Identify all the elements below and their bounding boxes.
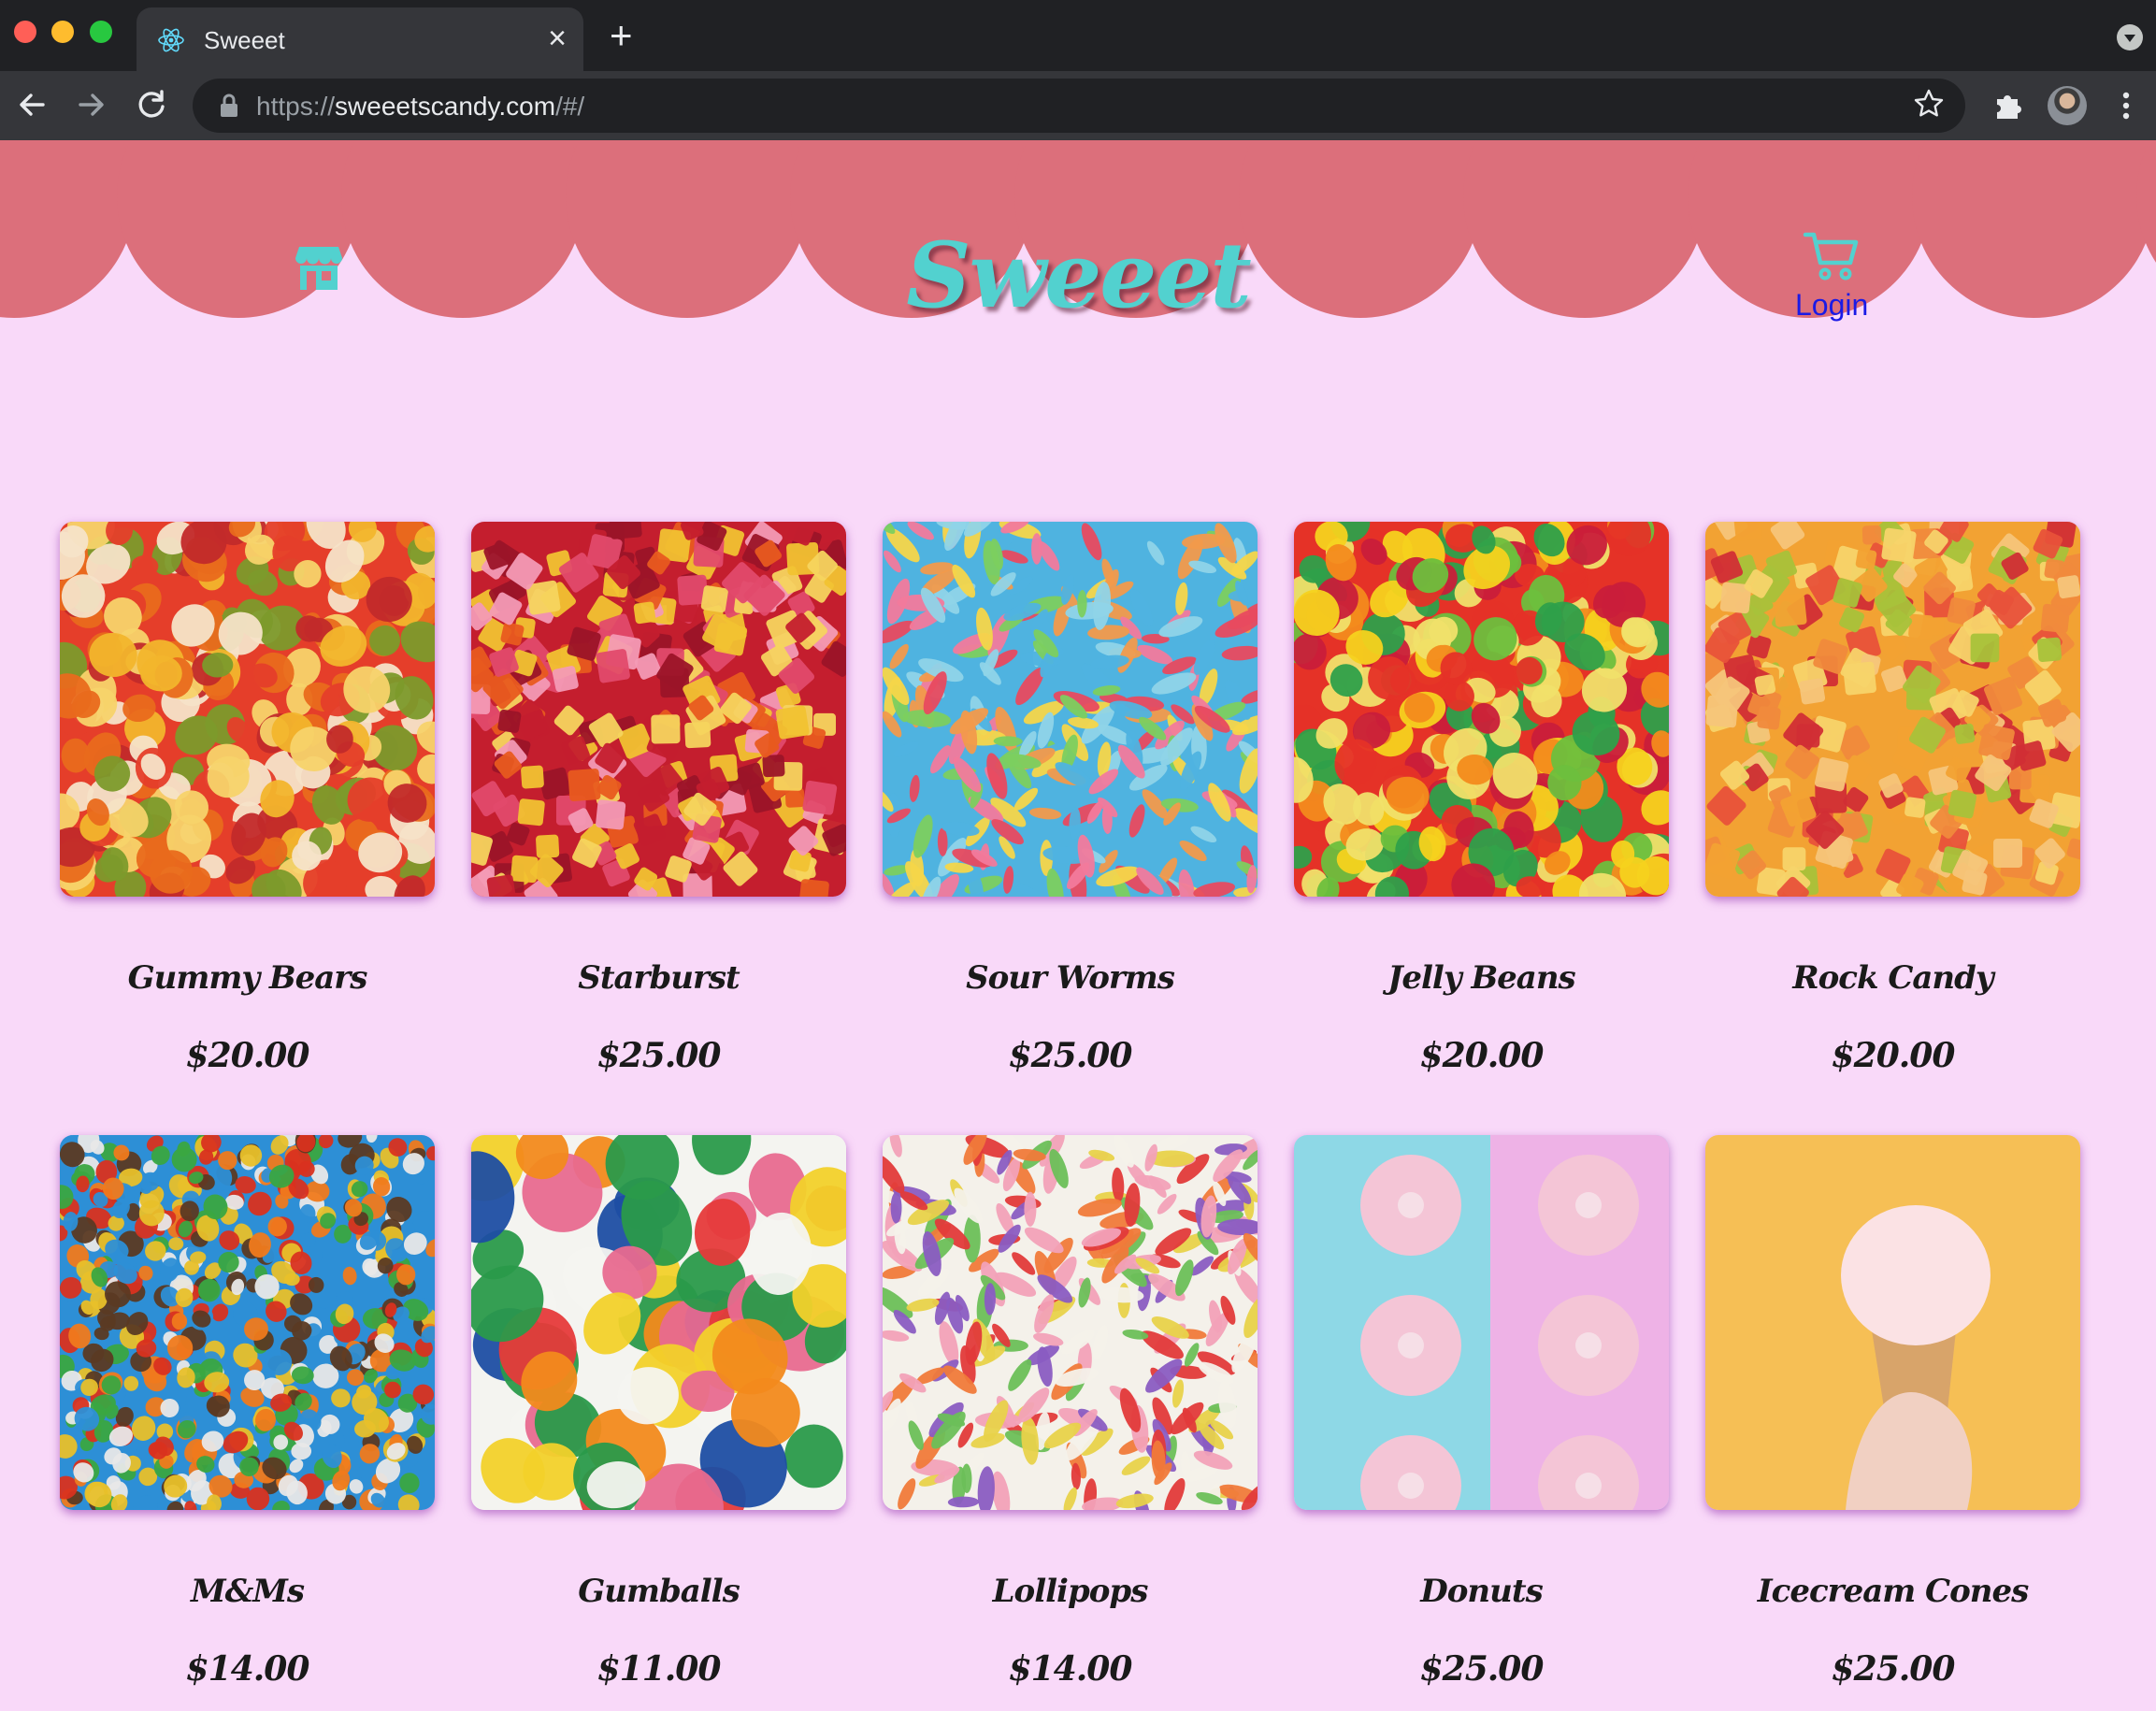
back-arrow-icon[interactable]	[11, 84, 52, 125]
product-price: $14.00	[1008, 1649, 1133, 1689]
cart-icon[interactable]	[1803, 230, 1861, 282]
product-image[interactable]	[60, 522, 435, 897]
url-host: sweeetscandy.com	[335, 92, 556, 121]
browser-toolbar: https://sweeetscandy.com/#/	[0, 71, 2156, 140]
browser-tab-strip: Sweeet × +	[0, 0, 2156, 71]
product-image[interactable]	[1294, 1135, 1669, 1510]
product-name[interactable]: Gummy Bears	[60, 959, 435, 997]
avatar[interactable]	[2048, 86, 2087, 125]
maximize-window-button[interactable]	[90, 21, 112, 43]
product-image[interactable]	[1705, 1135, 2080, 1510]
reload-icon[interactable]	[131, 84, 172, 125]
url-text[interactable]: https://sweeetscandy.com/#/	[256, 92, 584, 122]
tab-search-button[interactable]	[2117, 24, 2143, 50]
product-image[interactable]	[1294, 522, 1669, 897]
close-icon[interactable]: ×	[548, 22, 567, 54]
product-price: $25.00	[1008, 1036, 1133, 1075]
site-header: Sweeet Login	[0, 140, 2156, 467]
product-price: $20.00	[185, 1036, 310, 1075]
puzzle-icon[interactable]	[1991, 88, 2025, 122]
minimize-window-button[interactable]	[51, 21, 74, 43]
product-name[interactable]: Starburst	[471, 959, 846, 997]
product-price: $25.00	[1831, 1649, 1956, 1689]
tab-title: Sweeet	[204, 26, 285, 54]
product-name[interactable]: Lollipops	[883, 1573, 1258, 1610]
product-price: $14.00	[185, 1649, 310, 1689]
product-price: $25.00	[596, 1036, 722, 1075]
browser-tab[interactable]: Sweeet ×	[137, 7, 583, 71]
login-link[interactable]: Login	[1795, 288, 1868, 323]
product-name[interactable]: M&Ms	[60, 1573, 435, 1610]
product-name[interactable]: Sour Worms	[883, 959, 1258, 997]
product-price: $11.00	[596, 1649, 722, 1689]
product-name[interactable]: Donuts	[1294, 1573, 1669, 1610]
star-icon[interactable]	[1913, 88, 1945, 120]
product-image[interactable]	[883, 1135, 1258, 1510]
forward-arrow-icon[interactable]	[71, 84, 112, 125]
product-name[interactable]: Gumballs	[471, 1573, 846, 1610]
product-image[interactable]	[1705, 522, 2080, 897]
address-bar[interactable]: https://sweeetscandy.com/#/	[193, 79, 1965, 133]
react-icon	[158, 28, 184, 52]
url-scheme: https://	[256, 92, 336, 121]
close-window-button[interactable]	[14, 21, 36, 43]
product-price: $20.00	[1419, 1036, 1545, 1075]
product-name[interactable]: Rock Candy	[1705, 959, 2080, 997]
lock-icon	[221, 93, 237, 117]
more-vert-icon[interactable]	[2117, 84, 2135, 127]
product-name[interactable]: Jelly Beans	[1294, 959, 1669, 997]
product-name[interactable]: Icecream Cones	[1705, 1573, 2080, 1610]
product-image[interactable]	[883, 522, 1258, 897]
product-price: $25.00	[1419, 1649, 1545, 1689]
url-path: /#/	[555, 92, 585, 121]
product-image[interactable]	[471, 1135, 846, 1510]
product-price: $20.00	[1831, 1036, 1956, 1075]
product-image[interactable]	[471, 522, 846, 897]
product-image[interactable]	[60, 1135, 435, 1510]
plus-icon[interactable]: +	[610, 16, 633, 55]
